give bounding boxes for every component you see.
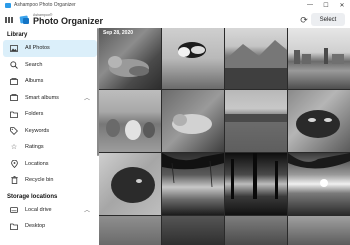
desktop-icon: [10, 222, 18, 230]
sidebar-item-label: Smart albums: [25, 94, 59, 101]
menu-icon[interactable]: [5, 17, 13, 23]
sidebar-item-local-drive[interactable]: Local drive ︿: [0, 202, 99, 219]
sidebar-item-folders[interactable]: Folders: [0, 106, 99, 123]
window-title: Ashampoo Photo Organizer: [14, 2, 76, 8]
photo-thumbnail[interactable]: [99, 216, 161, 245]
sidebar-item-label: Search: [25, 61, 43, 68]
photo-thumbnail[interactable]: [288, 216, 350, 245]
storage-title: Storage locations: [7, 193, 58, 200]
photo-thumbnail[interactable]: [99, 90, 161, 152]
location-pin-icon: [10, 159, 18, 168]
photos-icon: [10, 44, 18, 52]
drive-icon: [10, 206, 18, 214]
sidebar: Library All Photos Search Albums Smart a…: [0, 30, 99, 245]
photo-thumbnail[interactable]: [162, 90, 224, 152]
photo-grid: Sep 28, 2020: [99, 28, 350, 245]
logo-icon: [20, 15, 30, 25]
photo-thumbnail[interactable]: [162, 28, 224, 89]
sidebar-item-albums[interactable]: Albums: [0, 73, 99, 90]
sidebar-item-ratings[interactable]: ☆ Ratings: [0, 139, 99, 156]
photo-thumbnail[interactable]: [225, 216, 287, 245]
photo-thumbnail[interactable]: [288, 153, 350, 215]
photo-thumbnail[interactable]: [162, 153, 224, 215]
star-icon: ☆: [10, 144, 18, 152]
photo-thumbnail[interactable]: [99, 28, 161, 89]
chevron-up-icon[interactable]: ︿: [84, 205, 90, 214]
smart-albums-icon: [10, 94, 18, 102]
sidebar-item-locations[interactable]: Locations: [0, 156, 99, 173]
sidebar-item-label: Keywords: [25, 127, 50, 134]
brand: Ashampoo® Photo Organizer: [33, 13, 104, 27]
minimize-button[interactable]: —: [302, 0, 318, 10]
search-icon: [10, 61, 18, 69]
brand-name: Photo Organizer: [33, 16, 104, 27]
maximize-button[interactable]: ☐: [318, 0, 334, 10]
sidebar-item-label: Desktop: [25, 223, 46, 230]
sidebar-item-recycle-bin[interactable]: Recycle bin: [0, 172, 99, 189]
sidebar-item-keywords[interactable]: Keywords: [0, 123, 99, 140]
sidebar-item-label: All Photos: [25, 45, 50, 52]
sidebar-item-label: Locations: [25, 160, 49, 167]
photo-thumbnail[interactable]: [225, 153, 287, 215]
select-button[interactable]: Select: [311, 13, 345, 26]
sidebar-item-all-photos[interactable]: All Photos: [3, 40, 97, 57]
date-group-label: Sep 28, 2020: [103, 30, 134, 36]
photo-thumbnail[interactable]: [162, 216, 224, 245]
photo-thumbnail[interactable]: [288, 28, 350, 89]
sidebar-item-smart-albums[interactable]: Smart albums ︿: [0, 90, 99, 107]
app-icon: [5, 2, 11, 8]
sidebar-item-desktop[interactable]: Desktop: [0, 218, 99, 235]
close-button[interactable]: ✕: [334, 0, 350, 10]
tag-icon: [10, 126, 18, 135]
library-title: Library: [7, 32, 28, 38]
refresh-icon[interactable]: ⟳: [298, 14, 310, 26]
photo-thumbnail[interactable]: [225, 28, 287, 89]
photo-thumbnail[interactable]: [225, 90, 287, 152]
sidebar-item-label: Recycle bin: [25, 177, 54, 184]
window-controls: — ☐ ✕: [302, 0, 350, 10]
trash-icon: [10, 176, 18, 185]
albums-icon: [10, 77, 18, 85]
title-bar: Ashampoo Photo Organizer — ☐ ✕: [0, 0, 350, 10]
sidebar-item-search[interactable]: Search: [0, 57, 99, 74]
app-header: Ashampoo® Photo Organizer ⟳ Select: [0, 10, 350, 30]
folder-icon: [10, 110, 18, 118]
sidebar-item-label: Folders: [25, 111, 44, 118]
sidebar-item-label: Local drive: [25, 206, 52, 213]
photo-thumbnail[interactable]: [99, 153, 161, 215]
chevron-up-icon[interactable]: ︿: [84, 93, 90, 102]
sidebar-item-label: Ratings: [25, 144, 44, 151]
photo-thumbnail[interactable]: [288, 90, 350, 152]
sidebar-item-label: Albums: [25, 78, 44, 85]
